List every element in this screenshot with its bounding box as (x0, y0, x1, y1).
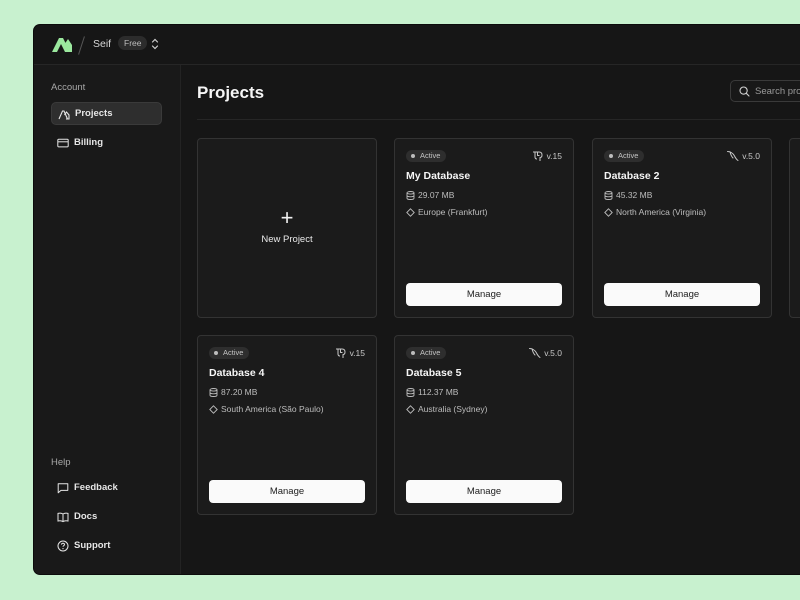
region-pin-icon (209, 404, 218, 414)
region-label: Europe (Frankfurt) (418, 207, 488, 217)
size-label: 29.07 MB (418, 190, 455, 200)
version-label: v.15 (546, 151, 562, 161)
mysql-dolphin-icon (727, 151, 739, 161)
engine-version: v.5.0 (528, 347, 562, 359)
logo-icon[interactable] (51, 35, 73, 53)
project-name: My Database (406, 170, 471, 182)
page-title: Projects (197, 83, 265, 102)
status-dot (214, 351, 218, 355)
sidebar-item-feedback[interactable]: Feedback (51, 476, 162, 499)
workspace-switcher-icon[interactable] (151, 37, 159, 51)
search-icon (739, 85, 750, 97)
status-label: Active (420, 151, 441, 160)
project-region: Australia (Sydney) (406, 404, 487, 414)
workspace-name[interactable]: Seif (93, 38, 111, 50)
manage-button[interactable]: Manage (209, 480, 365, 503)
sidebar-section-account: Account (51, 82, 86, 93)
status-dot (411, 351, 415, 355)
region-pin-icon (604, 207, 613, 217)
size-label: 45.32 MB (616, 190, 653, 200)
project-card: Active v.5.0 Database 5 112.37 MB Austra… (394, 335, 574, 515)
projects-icon (58, 109, 70, 120)
chat-bubble-icon (57, 482, 69, 493)
new-project-label: New Project (261, 233, 313, 245)
project-region: South America (São Paulo) (209, 404, 324, 414)
project-size: 87.20 MB (209, 387, 257, 397)
version-label: v.5.0 (742, 151, 760, 161)
manage-button[interactable]: Manage (406, 283, 562, 306)
search-input[interactable] (755, 85, 800, 97)
region-label: North America (Virginia) (616, 207, 707, 217)
postgres-elephant-icon (335, 348, 346, 358)
sidebar-item-billing[interactable]: Billing (51, 131, 162, 154)
mysql-dolphin-icon (529, 348, 541, 358)
plan-badge: Free (118, 36, 148, 50)
sidebar-item-label: Projects (75, 108, 113, 119)
size-label: 112.37 MB (418, 387, 459, 397)
header-divider (197, 119, 800, 120)
status-badge: Active (406, 347, 447, 359)
project-region: North America (Virginia) (604, 207, 706, 217)
project-size: 29.07 MB (406, 190, 454, 200)
plus-icon: + (280, 204, 294, 230)
project-card: Active v.5.0 Database 2 45.32 MB North A… (592, 138, 772, 318)
search-box[interactable] (730, 80, 800, 102)
status-label: Active (618, 151, 639, 160)
project-name: Database 2 (604, 170, 660, 182)
sidebar-section-help: Help (51, 457, 71, 468)
status-label: Active (420, 348, 441, 357)
status-label: Active (223, 348, 244, 357)
status-badge: Active (406, 150, 447, 162)
status-badge: Active (209, 347, 250, 359)
sidebar-item-label: Docs (74, 511, 98, 522)
sidebar-item-docs[interactable]: Docs (51, 505, 162, 528)
manage-button[interactable]: Manage (604, 283, 760, 306)
region-pin-icon (406, 404, 415, 414)
top-bar: Seif Free (34, 25, 800, 65)
main-content: Projects + New Project Active (181, 65, 800, 574)
breadcrumb-separator (78, 36, 85, 55)
project-name: Database 5 (406, 367, 462, 379)
sidebar: Account Projects Billing Help Feedback D… (34, 65, 181, 574)
version-label: v.15 (349, 348, 365, 358)
database-icon (406, 190, 415, 200)
project-size: 45.32 MB (604, 190, 652, 200)
status-dot (411, 154, 415, 158)
region-pin-icon (406, 207, 415, 217)
manage-button[interactable]: Manage (406, 480, 562, 503)
database-icon (604, 190, 613, 200)
region-label: Australia (Sydney) (418, 404, 488, 414)
project-region: Europe (Frankfurt) (406, 207, 487, 217)
engine-version: v.15 (334, 347, 365, 359)
credit-card-icon (57, 138, 69, 147)
status-badge: Active (604, 150, 645, 162)
region-label: South America (São Paulo) (221, 404, 324, 414)
app-window: Seif Free Account Projects Billing Help (34, 25, 800, 574)
project-name: Database 4 (209, 367, 265, 379)
project-card: Active v.15 My Database 29.07 MB Europe … (394, 138, 574, 318)
database-icon (406, 387, 415, 397)
sidebar-item-label: Billing (74, 137, 104, 148)
sidebar-item-projects[interactable]: Projects (51, 102, 162, 125)
project-card: Active v.15 Database 4 87.20 MB South Am… (197, 335, 377, 515)
status-dot (609, 154, 613, 158)
engine-version: v.15 (531, 150, 562, 162)
engine-version: v.5.0 (726, 150, 760, 162)
help-circle-icon (57, 540, 69, 551)
size-label: 87.20 MB (221, 387, 258, 397)
book-icon (57, 512, 69, 522)
new-project-card[interactable]: + New Project (197, 138, 377, 318)
postgres-elephant-icon (532, 151, 543, 161)
version-label: v.5.0 (544, 348, 562, 358)
database-icon (209, 387, 218, 397)
sidebar-item-label: Support (74, 540, 111, 551)
project-size: 112.37 MB (406, 387, 458, 397)
sidebar-item-support[interactable]: Support (51, 534, 162, 557)
project-card-partial (789, 138, 800, 318)
sidebar-item-label: Feedback (74, 482, 118, 493)
